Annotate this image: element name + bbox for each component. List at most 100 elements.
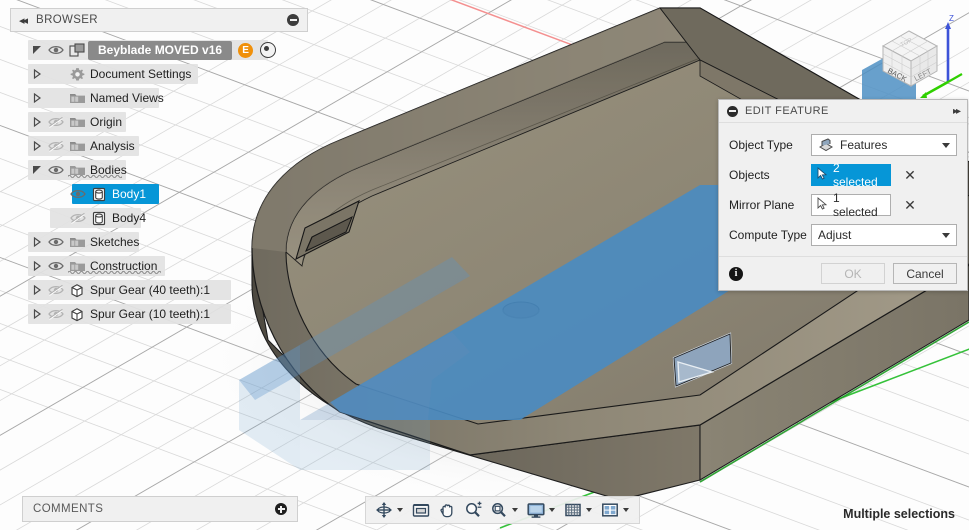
tree-row-label: Named Views: [90, 91, 164, 105]
mirror-plane-clear-icon[interactable]: ✕: [899, 198, 921, 212]
display-settings-button[interactable]: [523, 497, 560, 523]
tree-row-spur-gear-40-teeth-1[interactable]: Spur Gear (40 teeth):1: [10, 278, 308, 302]
folder-icon: [66, 91, 88, 105]
features-icon: [818, 138, 834, 152]
tree-row-sketches[interactable]: Sketches: [10, 230, 308, 254]
objects-clear-icon[interactable]: ✕: [899, 168, 921, 182]
cube-icon: [66, 283, 88, 298]
comments-title: COMMENTS: [33, 503, 104, 515]
chevron-down-icon[interactable]: [942, 142, 950, 148]
eye-icon[interactable]: [46, 164, 66, 176]
edit-feature-dialog: EDIT FEATURE ▸▸ Object Type Features Obj…: [718, 99, 968, 291]
tree-row-spur-gear-10-teeth-1[interactable]: Spur Gear (10 teeth):1: [10, 302, 308, 326]
eye-off-icon[interactable]: [46, 140, 66, 152]
tree-row-analysis[interactable]: Analysis: [10, 134, 308, 158]
tree-row-origin[interactable]: Origin: [10, 110, 308, 134]
expander-collapsed-icon[interactable]: [28, 136, 46, 156]
tree-row-label: Body1: [112, 187, 147, 201]
tree-row-document-settings[interactable]: Document Settings: [10, 62, 308, 86]
chevron-down-icon[interactable]: [397, 508, 403, 512]
grid-snaps-icon: [563, 501, 583, 519]
target-dot-icon[interactable]: [260, 42, 277, 58]
tree-row-label: Spur Gear (10 teeth):1: [90, 307, 211, 321]
eye-off-icon[interactable]: [46, 284, 66, 296]
eye-off-icon[interactable]: [46, 116, 66, 128]
chevron-down-icon[interactable]: [586, 508, 592, 512]
tree-row-label: Sketches: [90, 235, 140, 249]
circle-minus-icon[interactable]: [287, 14, 299, 26]
look-at-button[interactable]: [408, 497, 434, 523]
folder-icon: [66, 115, 88, 129]
expander-collapsed-icon[interactable]: [28, 232, 46, 252]
zoom-window-button[interactable]: [486, 497, 523, 523]
status-message: Multiple selections: [843, 507, 955, 521]
tree-row-label: Document Settings: [90, 67, 192, 81]
chevron-down-icon[interactable]: [549, 508, 555, 512]
chevron-down-icon[interactable]: [623, 508, 629, 512]
compute-type-dropdown[interactable]: Adjust: [811, 224, 957, 246]
zoom-plus-minus-button[interactable]: [460, 497, 486, 523]
ok-button[interactable]: OK: [821, 263, 885, 284]
eye-icon[interactable]: [46, 260, 66, 272]
display-settings-icon: [526, 501, 546, 519]
pan-hand-button[interactable]: [434, 497, 460, 523]
tree-row-named-views[interactable]: Named Views: [10, 86, 308, 110]
tree-row-body4[interactable]: Body4: [10, 206, 308, 230]
expander-collapsed-icon[interactable]: [28, 112, 46, 132]
chevron-down-icon[interactable]: [512, 508, 518, 512]
body-icon: [88, 211, 110, 226]
objects-select-button[interactable]: 2 selected: [811, 161, 891, 189]
eye-off-icon[interactable]: [68, 212, 88, 224]
tree-row-root[interactable]: Beyblade MOVED v16 E: [10, 38, 308, 62]
grid-snaps-button[interactable]: [560, 497, 597, 523]
expander-expanded-icon[interactable]: [28, 40, 46, 60]
navigation-toolbar: [365, 496, 640, 524]
info-icon[interactable]: i: [729, 266, 743, 281]
viewcube-axis-z-label: Z: [949, 14, 954, 23]
row-objects: Objects 2 selected ✕: [729, 160, 957, 190]
object-type-dropdown[interactable]: Features: [811, 134, 957, 156]
root-component-name[interactable]: Beyblade MOVED v16: [88, 40, 233, 60]
viewports-button[interactable]: [597, 497, 634, 523]
tree-row-label: Body4: [112, 211, 147, 225]
expander-collapsed-icon[interactable]: [28, 64, 46, 84]
eye-icon[interactable]: [46, 44, 66, 56]
circle-minus-icon[interactable]: [727, 105, 738, 117]
expander-collapsed-icon[interactable]: [28, 88, 46, 108]
browser-title: BROWSER: [36, 14, 98, 26]
double-right-arrow-icon[interactable]: ▸▸: [953, 106, 961, 117]
folder-icon: [66, 235, 88, 249]
view-cube[interactable]: BACK LEFT TOP Z: [863, 4, 963, 104]
row-compute-type: Compute Type Adjust: [729, 220, 957, 250]
timeline-hatch-marker: [68, 270, 162, 277]
expander-expanded-icon[interactable]: [28, 160, 46, 180]
cancel-button[interactable]: Cancel: [893, 263, 957, 284]
cube-icon: [66, 307, 88, 322]
eye-icon[interactable]: [46, 236, 66, 248]
double-left-arrow-icon[interactable]: ◂◂: [19, 14, 28, 27]
zoom-window-icon: [489, 501, 509, 519]
eye-off-icon[interactable]: [46, 308, 66, 320]
browser-panel: ◂◂ BROWSER Beyblade MOVED v16 E Document…: [10, 8, 308, 326]
orbit-button[interactable]: [371, 497, 408, 523]
expander-collapsed-icon[interactable]: [28, 256, 46, 276]
mirror-plane-value: 1 selected: [833, 191, 878, 219]
chevron-down-icon[interactable]: [942, 232, 950, 238]
folder-icon: [66, 139, 88, 153]
cursor-arrow-icon: [817, 197, 828, 213]
badge-e-icon: E: [238, 42, 254, 58]
comments-bar[interactable]: COMMENTS: [22, 496, 298, 522]
expander-collapsed-icon[interactable]: [28, 280, 46, 300]
row-object-type: Object Type Features: [729, 130, 957, 160]
pan-hand-icon: [437, 501, 457, 519]
eye-icon[interactable]: [68, 188, 88, 200]
tree-row-bodies[interactable]: Bodies: [10, 158, 308, 182]
mirror-plane-select-button[interactable]: 1 selected: [811, 191, 891, 219]
tree-row-label: Origin: [90, 115, 123, 129]
expander-collapsed-icon[interactable]: [28, 304, 46, 324]
dialog-body: Object Type Features Objects 2 selected …: [719, 123, 967, 256]
tree-row-construction[interactable]: Construction: [10, 254, 308, 278]
circle-plus-icon[interactable]: [275, 503, 287, 515]
tree-row-body1[interactable]: Body1: [10, 182, 308, 206]
viewports-icon: [600, 501, 620, 519]
